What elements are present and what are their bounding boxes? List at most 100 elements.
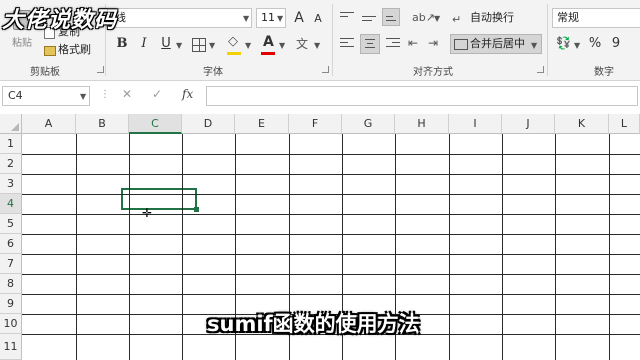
column-header-c[interactable]: C (129, 114, 182, 134)
font-color-icon[interactable]: A (263, 34, 274, 50)
row-header-4[interactable]: 4 (0, 194, 22, 214)
font-size-arrow-icon: ▼ (277, 14, 284, 23)
cancel-icon[interactable]: ✕ (122, 87, 132, 101)
wrap-text-icon: ↵ (452, 13, 462, 26)
clipboard-group-label: 剪贴板 (30, 67, 60, 78)
accounting-format-icon[interactable]: 💱 (556, 36, 571, 50)
row-header-3[interactable]: 3 (0, 174, 22, 194)
fill-color-arrow-icon: ▼ (245, 41, 252, 50)
fill-color-bar (227, 52, 241, 55)
align-left-icon[interactable] (340, 38, 354, 50)
column-header-e[interactable]: E (235, 114, 289, 134)
align-top-icon[interactable] (340, 12, 354, 24)
row-header-2[interactable]: 2 (0, 154, 22, 174)
gridline-vertical (129, 134, 130, 360)
column-header-h[interactable]: H (395, 114, 449, 134)
gridline-vertical (609, 134, 610, 360)
alignment-dialog-launcher[interactable] (537, 66, 544, 73)
row-header-10[interactable]: 10 (0, 314, 22, 334)
font-name-arrow-icon: ▼ (243, 14, 250, 23)
borders-icon[interactable] (192, 38, 206, 52)
gridline-vertical (555, 134, 556, 360)
font-dialog-launcher[interactable] (322, 66, 329, 73)
align-bottom-icon[interactable] (382, 8, 400, 26)
phonetic-arrow-icon: ▼ (314, 41, 321, 50)
gridline-horizontal (22, 234, 640, 235)
column-header-i[interactable]: I (449, 114, 502, 134)
font-color-arrow-icon: ▼ (279, 41, 286, 50)
font-color-bar (261, 52, 275, 55)
select-all-button[interactable] (0, 114, 22, 134)
gridline-horizontal (22, 154, 640, 155)
merge-icon (454, 39, 468, 50)
decrease-font-size-icon[interactable]: A (308, 9, 328, 29)
fill-handle[interactable] (194, 207, 199, 212)
gridline-vertical (182, 134, 183, 360)
format-painter-icon (44, 46, 56, 56)
merge-center-label: 合并后居中 (470, 37, 525, 50)
gridline-horizontal (22, 294, 640, 295)
number-format-dropdown[interactable]: 常规 (552, 8, 640, 28)
merge-arrow-icon: ▼ (531, 41, 538, 50)
row-header-5[interactable]: 5 (0, 214, 22, 234)
insert-function-icon[interactable]: fx (182, 87, 193, 101)
fill-color-icon[interactable]: ◇ (228, 34, 238, 49)
gridline-vertical (449, 134, 450, 360)
column-header-a[interactable]: A (22, 114, 76, 134)
column-header-l[interactable]: L (609, 114, 640, 134)
merge-center-button[interactable]: 合并后居中 (450, 34, 542, 54)
percent-style-button[interactable]: % (585, 34, 605, 54)
number-group-label: 数字 (594, 67, 614, 78)
video-subtitle: sumif函数的使用方法 (207, 312, 420, 336)
accounting-arrow-icon: ▼ (574, 41, 581, 50)
italic-button[interactable]: I (134, 34, 154, 54)
row-header-8[interactable]: 8 (0, 274, 22, 294)
column-header-g[interactable]: G (342, 114, 395, 134)
selected-cell[interactable] (121, 188, 197, 210)
align-right-icon[interactable] (386, 38, 400, 50)
column-header-f[interactable]: F (289, 114, 342, 134)
align-center-icon[interactable] (360, 34, 380, 54)
more-options-icon: ⋮ (100, 89, 110, 100)
clipboard-dialog-launcher[interactable] (97, 66, 104, 73)
row-header-9[interactable]: 9 (0, 294, 22, 314)
column-header-d[interactable]: D (182, 114, 235, 134)
column-header-k[interactable]: K (555, 114, 609, 134)
align-middle-icon[interactable] (362, 12, 376, 24)
orientation-arrow-icon: ▼ (434, 14, 441, 23)
comma-style-button[interactable]: 9 (606, 34, 626, 54)
enter-icon[interactable]: ✓ (152, 87, 162, 101)
gridline-vertical (502, 134, 503, 360)
font-group-label: 字体 (203, 67, 223, 78)
gridline-horizontal (22, 174, 640, 175)
wrap-text-button[interactable]: 自动换行 (470, 8, 514, 28)
formula-input[interactable] (206, 86, 638, 106)
column-header-j[interactable]: J (502, 114, 555, 134)
row-header-6[interactable]: 6 (0, 234, 22, 254)
cell-cursor-icon: ✛ (142, 206, 153, 220)
phonetic-wen-icon[interactable]: 文 (296, 35, 308, 52)
gridline-horizontal (22, 214, 640, 215)
underline-button[interactable]: U (156, 34, 176, 54)
font-name-dropdown[interactable]: 线 (110, 8, 252, 28)
increase-indent-icon[interactable]: ⇥ (428, 36, 438, 50)
name-box-value: C4 (8, 89, 23, 102)
row-header-7[interactable]: 7 (0, 254, 22, 274)
bold-button[interactable]: B (112, 34, 132, 54)
row-header-1[interactable]: 1 (0, 134, 22, 154)
name-box[interactable]: C4 (2, 86, 90, 106)
alignment-group-label: 对齐方式 (413, 67, 453, 78)
select-all-triangle-icon (11, 123, 19, 131)
increase-font-size-icon[interactable]: A (289, 8, 309, 28)
borders-arrow-icon: ▼ (209, 41, 216, 50)
gridline-horizontal (22, 254, 640, 255)
font-size-value: 11 (261, 11, 275, 24)
gridline-vertical (76, 134, 77, 360)
number-format-value: 常规 (557, 11, 579, 24)
format-painter-button[interactable]: 格式刷 (58, 40, 91, 60)
row-header-11[interactable]: 11 (0, 334, 22, 360)
name-box-arrow-icon: ▼ (80, 92, 87, 101)
orientation-icon[interactable]: ab↗ (412, 11, 435, 24)
decrease-indent-icon[interactable]: ⇤ (408, 36, 418, 50)
column-header-b[interactable]: B (76, 114, 129, 134)
